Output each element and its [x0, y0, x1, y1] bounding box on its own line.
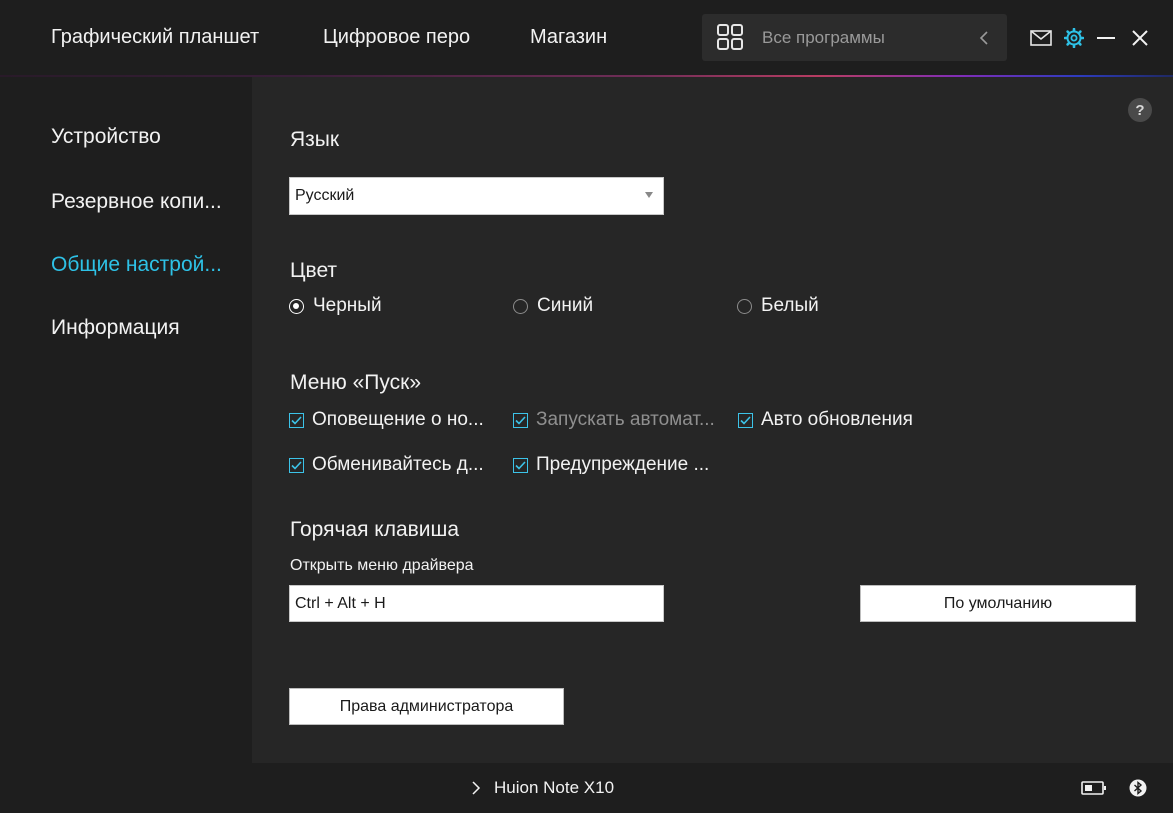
sidebar-item-device[interactable]: Устройство — [51, 125, 161, 149]
checkbox-label: Авто обновления — [761, 409, 913, 430]
title-bar: Графический планшет Цифровое перо Магази… — [0, 0, 1173, 75]
color-title: Цвет — [290, 259, 338, 282]
hotkey-subtitle: Открыть меню драйвера — [290, 557, 474, 574]
checkbox-share-data[interactable]: Обменивайтесь д... — [289, 454, 484, 476]
radio-label: Черный — [313, 295, 382, 316]
nav-store[interactable]: Магазин — [530, 0, 607, 75]
admin-rights-button[interactable]: Права администратора — [289, 688, 564, 725]
radio-label: Синий — [537, 295, 594, 316]
close-icon[interactable] — [1129, 0, 1151, 75]
chevron-right-icon — [472, 781, 481, 795]
startup-title: Меню «Пуск» — [290, 371, 421, 394]
minimize-icon[interactable] — [1095, 0, 1117, 75]
sidebar-item-backup[interactable]: Резервное копи... — [51, 190, 222, 214]
radio-unchecked-icon — [513, 298, 528, 314]
mail-icon[interactable] — [1028, 0, 1054, 75]
all-apps-label: Все программы — [762, 27, 885, 47]
language-value: Русский — [295, 187, 355, 204]
nav-digital-pen[interactable]: Цифровое перо — [323, 0, 470, 75]
language-title: Язык — [290, 128, 340, 151]
all-apps-box[interactable]: Все программы — [702, 14, 1007, 61]
radio-color-white[interactable]: Белый — [737, 295, 819, 317]
dropdown-arrow-icon — [645, 192, 653, 198]
checkbox-checked-icon — [738, 412, 753, 428]
battery-icon — [1080, 763, 1108, 813]
sidebar-item-info[interactable]: Информация — [51, 316, 180, 340]
bluetooth-icon — [1128, 763, 1148, 813]
device-name: Huion Note X10 — [494, 778, 615, 797]
checkbox-checked-icon — [513, 412, 528, 428]
checkbox-label: Запускать автомат... — [536, 409, 715, 430]
nav-graphics-tablet[interactable]: Графический планшет — [51, 0, 259, 75]
device-selector[interactable]: Huion Note X10 — [471, 763, 614, 813]
checkbox-label: Предупреждение ... — [536, 454, 710, 475]
checkbox-checked-icon — [513, 457, 528, 473]
hotkey-title: Горячая клавиша — [290, 518, 460, 541]
checkbox-label: Обменивайтесь д... — [312, 454, 484, 475]
radio-color-black[interactable]: Черный — [289, 295, 382, 317]
default-button[interactable]: По умолчанию — [860, 585, 1136, 622]
checkbox-auto-update[interactable]: Авто обновления — [738, 409, 913, 431]
gear-icon[interactable] — [1063, 0, 1085, 75]
radio-unchecked-icon — [737, 298, 752, 314]
language-select[interactable]: Русский — [289, 177, 664, 215]
checkbox-checked-icon — [289, 412, 304, 428]
hotkey-input[interactable]: Ctrl + Alt + H — [289, 585, 664, 622]
radio-checked-icon — [289, 298, 304, 314]
checkbox-warning[interactable]: Предупреждение ... — [513, 454, 709, 476]
help-icon[interactable]: ? — [1128, 98, 1152, 122]
sidebar-item-general-settings[interactable]: Общие настрой... — [51, 253, 222, 277]
sidebar — [0, 77, 252, 763]
radio-color-blue[interactable]: Синий — [513, 295, 593, 317]
checkbox-label: Оповещение о но... — [312, 409, 484, 430]
radio-label: Белый — [761, 295, 819, 316]
checkbox-checked-icon — [289, 457, 304, 473]
checkbox-autostart[interactable]: Запускать автомат... — [513, 409, 715, 431]
chevron-left-icon[interactable] — [974, 0, 994, 75]
apps-grid-icon — [717, 24, 743, 50]
checkbox-notifications[interactable]: Оповещение о но... — [289, 409, 484, 431]
